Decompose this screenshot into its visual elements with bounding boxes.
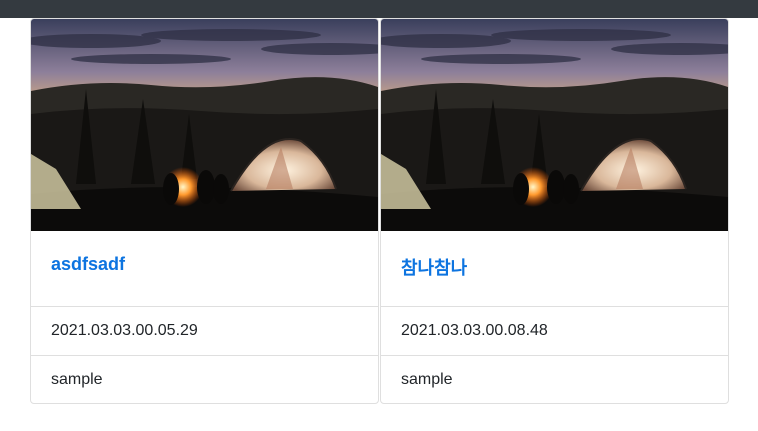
card-image[interactable] [381,19,728,231]
post-date: 2021.03.03.00.08.48 [381,306,728,355]
post-tag: sample [381,355,728,403]
post-title-link[interactable]: 참나참나 [401,254,467,280]
post-tag: sample [31,355,378,403]
post-date: 2021.03.03.00.05.29 [31,306,378,355]
post-card[interactable]: asdfsadf 2021.03.03.00.05.29 sample [30,18,379,404]
post-title-link[interactable]: asdfsadf [51,254,125,275]
card-image[interactable] [31,19,378,231]
post-card[interactable]: 참나참나 2021.03.03.00.08.48 sample [380,18,729,404]
top-navbar [0,0,758,18]
